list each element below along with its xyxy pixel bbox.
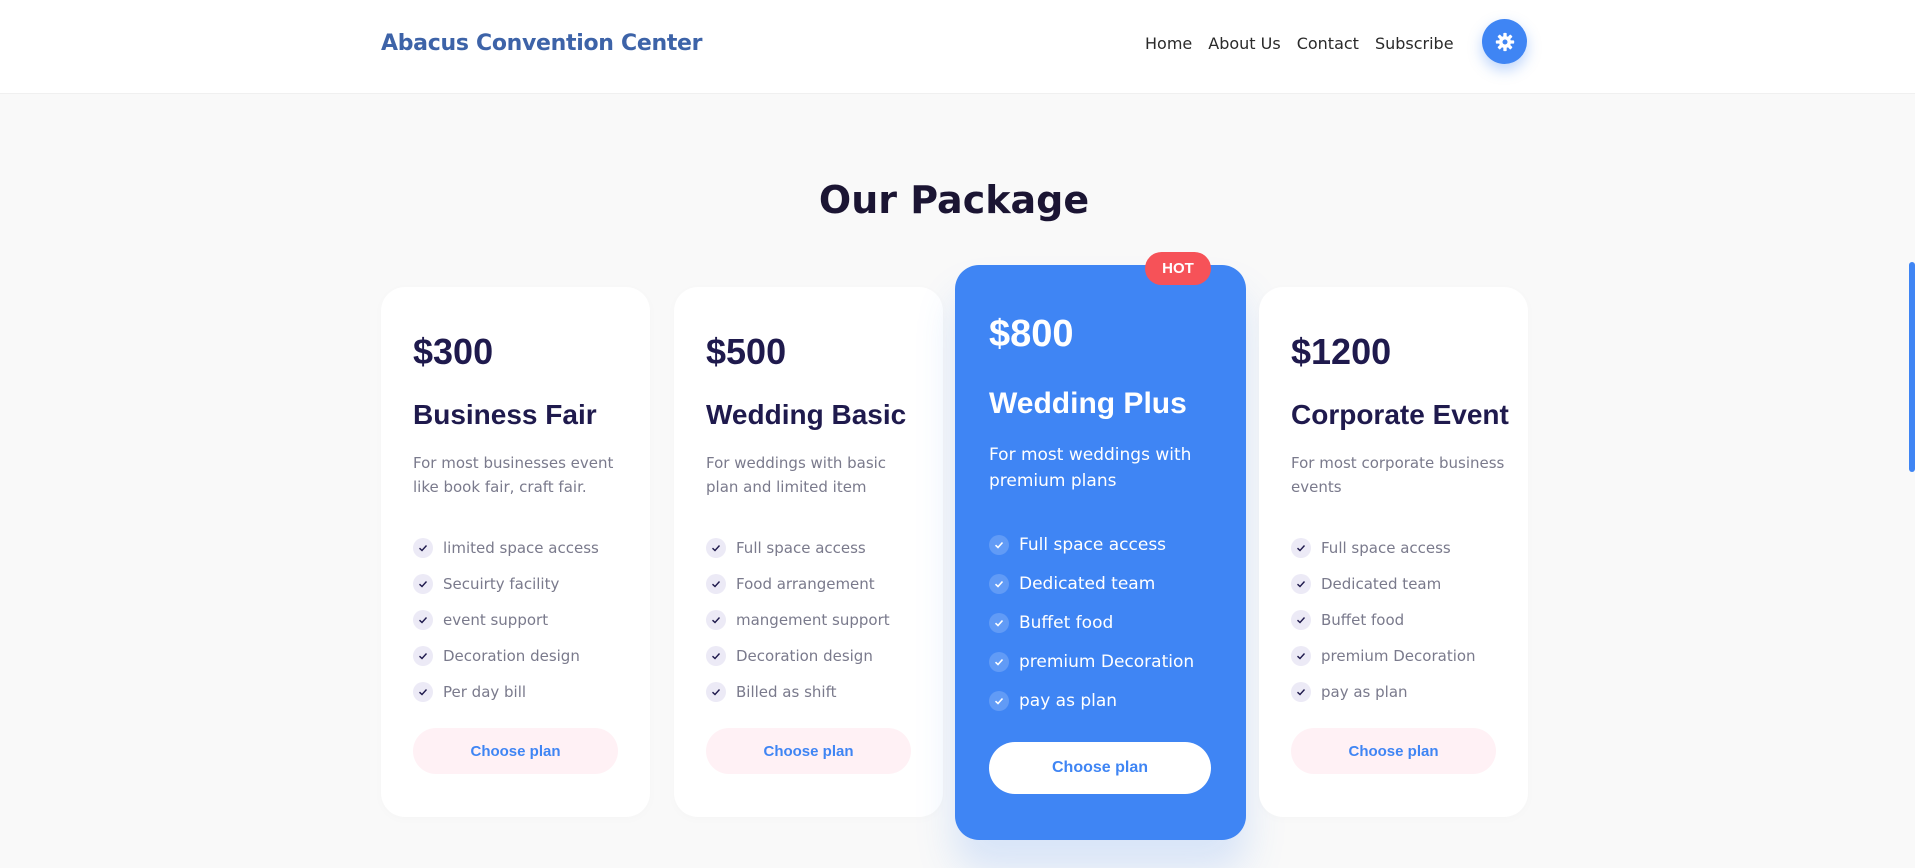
nav-links: Home About Us Contact Subscribe <box>1145 34 1454 53</box>
package-description: For most corporate business events <box>1291 454 1505 496</box>
navbar: Abacus Convention Center Home About Us C… <box>0 0 1915 94</box>
feature-label: Food arrangement <box>736 575 875 593</box>
package-name: Wedding Plus <box>989 387 1187 420</box>
feature-item: pay as plan <box>1291 674 1476 710</box>
check-icon <box>413 538 433 558</box>
check-icon <box>706 574 726 594</box>
feature-item: Full space access <box>706 530 890 566</box>
feature-list: limited space access Secuirty facility e… <box>413 530 599 710</box>
nav-contact[interactable]: Contact <box>1297 34 1359 53</box>
feature-item: mangement support <box>706 602 890 638</box>
section-title: Our Package <box>818 178 1090 222</box>
feature-label: Decoration design <box>736 647 873 665</box>
package-description: For weddings with basic plan and limited… <box>706 454 887 496</box>
package-price: $500 <box>706 331 787 372</box>
feature-item: Full space access <box>1291 530 1476 566</box>
feature-item: Decoration design <box>413 638 599 674</box>
scrollbar-thumb[interactable] <box>1909 262 1915 472</box>
feature-item: limited space access <box>413 530 599 566</box>
package-price: $800 <box>989 313 1074 355</box>
package-price: $300 <box>413 331 494 372</box>
check-icon <box>706 646 726 666</box>
feature-label: premium Decoration <box>1321 647 1476 665</box>
feature-label: Dedicated team <box>1019 573 1156 594</box>
feature-item: premium Decoration <box>989 642 1194 681</box>
feature-item: Dedicated team <box>1291 566 1476 602</box>
settings-button[interactable] <box>1482 19 1527 64</box>
check-icon <box>706 610 726 630</box>
package-card-business-fair: $300 Business Fair For most businesses e… <box>381 287 650 817</box>
nav-subscribe[interactable]: Subscribe <box>1375 34 1454 53</box>
feature-label: event support <box>443 611 549 629</box>
feature-label: pay as plan <box>1019 690 1118 711</box>
feature-item: Secuirty facility <box>413 566 599 602</box>
package-name: Corporate Event <box>1291 399 1509 430</box>
feature-item: Buffet food <box>1291 602 1476 638</box>
package-description: For most weddings with premium plans <box>989 445 1192 491</box>
feature-item: Billed as shift <box>706 674 890 710</box>
check-icon <box>1291 646 1311 666</box>
feature-item: Buffet food <box>989 603 1194 642</box>
feature-item: Dedicated team <box>989 564 1194 603</box>
package-card-wedding-basic: $500 Wedding Basic For weddings with bas… <box>674 287 943 817</box>
feature-label: limited space access <box>443 539 599 557</box>
check-icon <box>1291 574 1311 594</box>
check-icon <box>413 646 433 666</box>
check-icon <box>413 574 433 594</box>
feature-list: Full space access Dedicated team Buffet … <box>989 525 1194 720</box>
feature-item: Food arrangement <box>706 566 890 602</box>
package-name: Business Fair <box>413 399 597 430</box>
check-icon <box>706 682 726 702</box>
feature-label: Full space access <box>736 539 866 557</box>
feature-item: premium Decoration <box>1291 638 1476 674</box>
feature-item: Full space access <box>989 525 1194 564</box>
feature-item: Decoration design <box>706 638 890 674</box>
feature-label: Full space access <box>1019 534 1167 555</box>
nav-home[interactable]: Home <box>1145 34 1192 53</box>
check-icon <box>413 682 433 702</box>
feature-list: Full space access Food arrangement mange… <box>706 530 890 710</box>
feature-label: premium Decoration <box>1019 651 1195 672</box>
hot-badge: HOT <box>1145 252 1211 285</box>
check-icon <box>989 534 1009 555</box>
feature-item: pay as plan <box>989 681 1194 720</box>
check-icon <box>413 610 433 630</box>
feature-label: Dedicated team <box>1321 575 1442 593</box>
nav-about-us[interactable]: About Us <box>1208 34 1280 53</box>
feature-label: Full space access <box>1321 539 1451 557</box>
package-card-wedding-plus: $800 Wedding Plus For most weddings with… <box>955 265 1246 840</box>
feature-label: Decoration design <box>443 647 580 665</box>
check-icon <box>989 612 1009 633</box>
choose-plan-button[interactable]: Choose plan <box>989 742 1211 794</box>
package-price: $1200 <box>1291 331 1392 372</box>
check-icon <box>989 651 1009 672</box>
check-icon <box>1291 538 1311 558</box>
feature-label: pay as plan <box>1321 683 1408 701</box>
feature-label: Billed as shift <box>736 683 837 701</box>
feature-list: Full space access Dedicated team Buffet … <box>1291 530 1476 710</box>
feature-label: mangement support <box>736 611 890 629</box>
feature-label: Secuirty facility <box>443 575 560 593</box>
feature-label: Buffet food <box>1321 611 1405 629</box>
package-card-corporate-event: $1200 Corporate Event For most corporate… <box>1259 287 1528 817</box>
package-description: For most businesses event like book fair… <box>413 454 614 496</box>
check-icon <box>706 538 726 558</box>
choose-plan-button[interactable]: Choose plan <box>1291 728 1496 774</box>
feature-label: Per day bill <box>443 683 527 701</box>
check-icon <box>989 573 1009 594</box>
check-icon <box>1291 682 1311 702</box>
check-icon <box>1291 610 1311 630</box>
feature-item: Per day bill <box>413 674 599 710</box>
feature-item: event support <box>413 602 599 638</box>
feature-label: Buffet food <box>1019 612 1114 633</box>
brand-logo[interactable]: Abacus Convention Center <box>381 31 703 56</box>
package-name: Wedding Basic <box>706 399 907 430</box>
check-icon <box>989 690 1009 711</box>
gear-icon <box>1495 32 1514 51</box>
choose-plan-button[interactable]: Choose plan <box>706 728 911 774</box>
choose-plan-button[interactable]: Choose plan <box>413 728 618 774</box>
